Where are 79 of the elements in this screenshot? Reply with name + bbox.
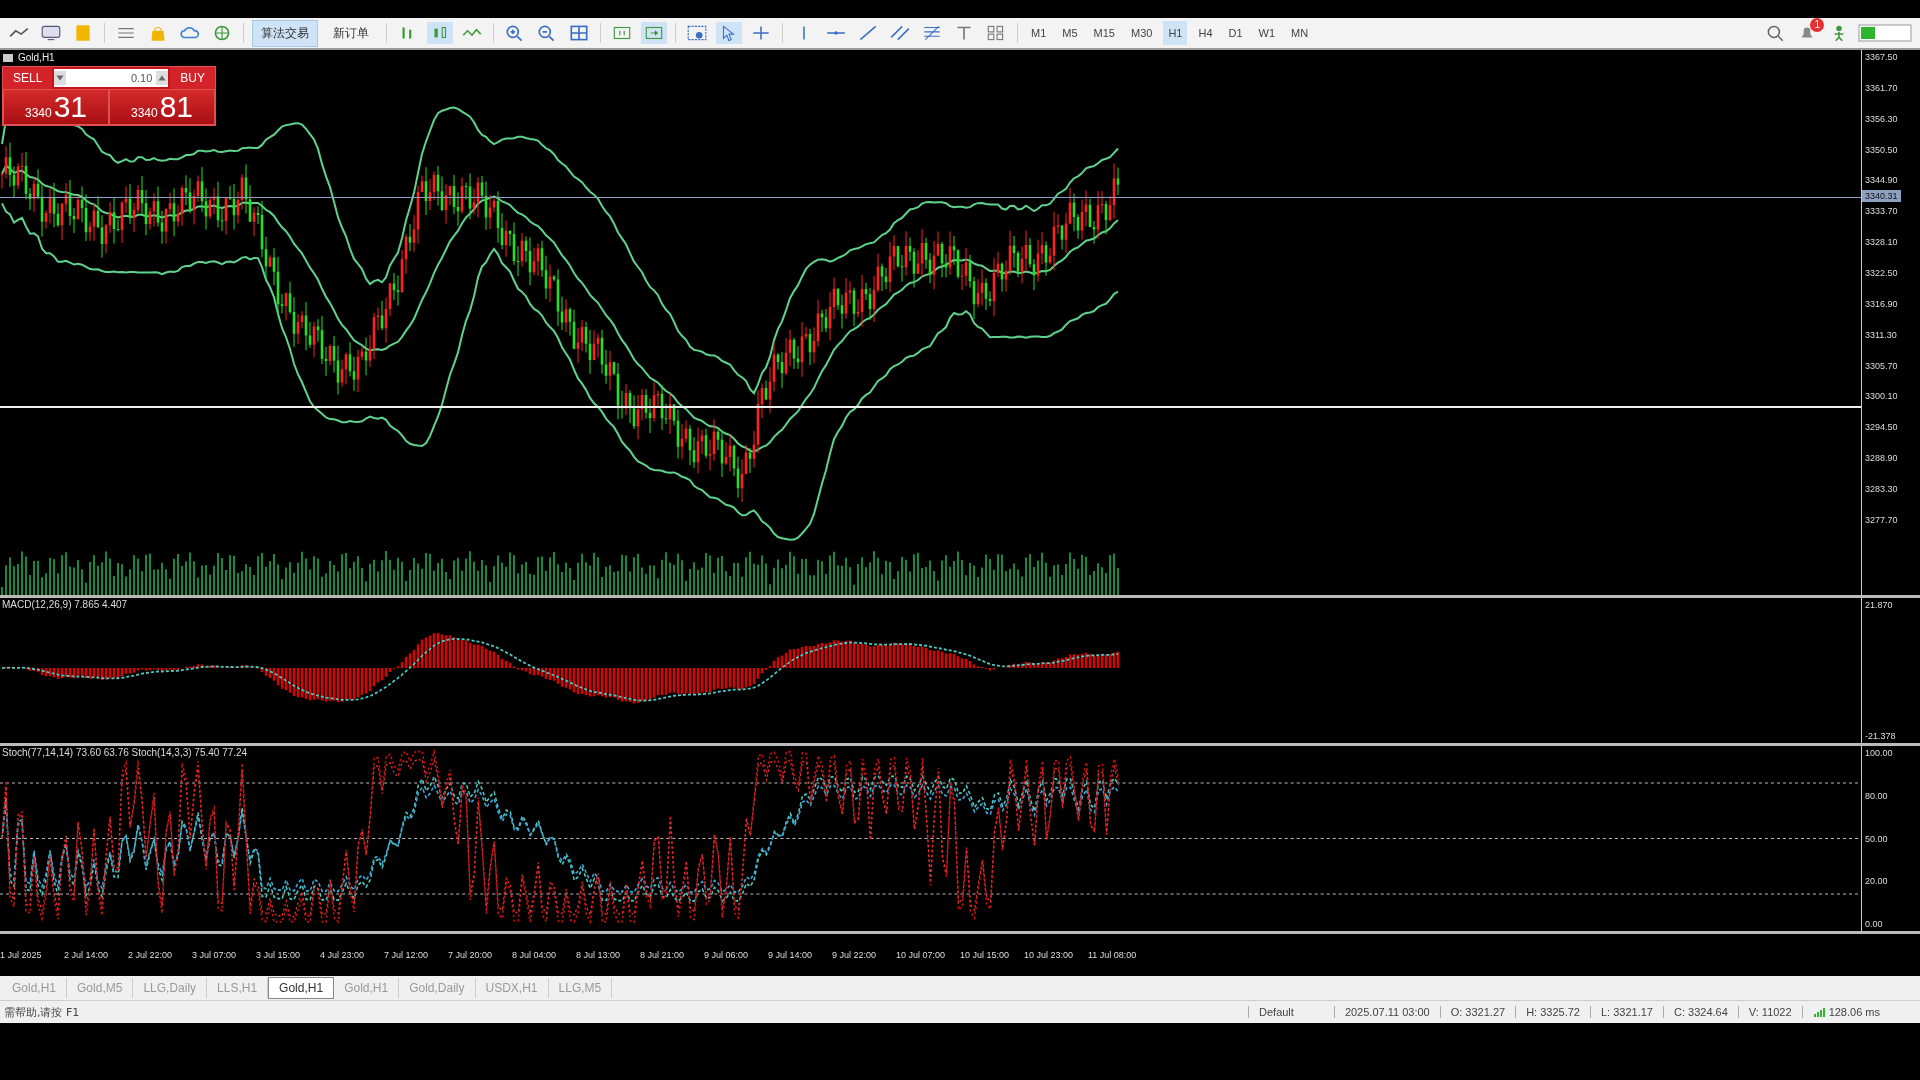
- high-price: H: 3325.72: [1515, 1006, 1590, 1018]
- price-axis-label: 3328.10: [1864, 237, 1899, 248]
- time-axis-label: 9 Jul 06:00: [704, 950, 750, 960]
- macd-axis-label: 21.870: [1864, 600, 1894, 610]
- price-axis-label: 3311.30: [1864, 329, 1898, 340]
- price-axis-label: 3294.50: [1864, 422, 1899, 433]
- timeframe-button[interactable]: M5: [1057, 21, 1083, 45]
- open-price: O: 3321.27: [1439, 1006, 1516, 1018]
- current-price-label: 3340.31: [1862, 189, 1901, 202]
- timeframe-button[interactable]: H4: [1193, 21, 1218, 45]
- battery-icon: [1858, 24, 1914, 42]
- time-axis-label: 8 Jul 04:00: [512, 950, 558, 960]
- time-axis-label: 9 Jul 22:00: [832, 950, 878, 960]
- time-axis-label: 10 Jul 07:00: [896, 950, 947, 960]
- price-axis-label: 3322.50: [1864, 268, 1899, 278]
- bar-time: 2025.07.11 03:00: [1333, 1006, 1440, 1018]
- time-axis-label: 10 Jul 15:00: [960, 950, 1011, 960]
- price-axis-label: 3356.30: [1864, 113, 1899, 124]
- indicator-label: MACD(12,26,9) 7.865 4.407: [2, 599, 128, 610]
- timeframe-button[interactable]: MN: [1286, 21, 1314, 45]
- price-axis-label: 3283.30: [1864, 484, 1899, 495]
- timeframe-button[interactable]: M30: [1125, 21, 1158, 45]
- stochastic-axis-label: 80.00: [1864, 790, 1889, 801]
- stochastic-axis-label: 0.00: [1864, 919, 1884, 929]
- profile-text: Default: [1248, 1006, 1334, 1018]
- price-axis-label: 3350.50: [1864, 144, 1899, 155]
- candlestick-icon[interactable]: [427, 22, 453, 44]
- price-axis-label: 3277.70: [1864, 514, 1899, 525]
- time-axis-label: 10 Jul 23:00: [1024, 950, 1075, 960]
- price-axis-label: 3288.90: [1864, 453, 1899, 464]
- buy-button[interactable]: BUY: [170, 67, 215, 89]
- timeframe-button[interactable]: M15: [1088, 21, 1120, 45]
- signal-bars-icon: [1812, 1007, 1825, 1017]
- ping-text: 128.06 ms: [1828, 1006, 1880, 1018]
- sell-button[interactable]: SELL: [3, 67, 53, 89]
- stochastic-axis-label: 20.00: [1864, 876, 1889, 887]
- timeframe-button[interactable]: M1: [1026, 21, 1052, 45]
- low-price: L: 3321.17: [1589, 1006, 1663, 1018]
- toolbar-button[interactable]: 新订单: [324, 19, 378, 47]
- price-axis-label: 3344.90: [1864, 175, 1899, 186]
- price-axis-label: 3300.10: [1864, 391, 1899, 402]
- timeframe-button[interactable]: D1: [1223, 21, 1248, 45]
- time-axis-label: 3 Jul 15:00: [256, 950, 302, 960]
- help-text: 需帮助,请按 F1: [3, 1004, 80, 1020]
- time-axis-label: 8 Jul 21:00: [640, 950, 686, 960]
- close-price: C: 3324.64: [1662, 1006, 1738, 1018]
- notification-badge: 1: [1810, 18, 1824, 32]
- time-axis-label: 7 Jul 12:00: [384, 950, 430, 960]
- time-axis-label: 9 Jul 14:00: [768, 950, 814, 960]
- price-axis-label: 3361.70: [1864, 82, 1899, 93]
- stochastic-axis-label: 100.00: [1864, 748, 1894, 758]
- chart-title: Gold,H1: [18, 52, 55, 63]
- time-axis-label: 2 Jul 22:00: [128, 950, 174, 960]
- price-axis-label: 3305.70: [1864, 360, 1899, 371]
- volume-field[interactable]: 0.10: [54, 69, 169, 87]
- time-axis-label: 1 Jul 2025: [0, 950, 43, 960]
- chart-tab[interactable]: Gold,H1: [268, 977, 335, 999]
- time-axis-label: 3 Jul 07:00: [192, 950, 238, 960]
- stochastic-axis-label: 50.00: [1864, 833, 1889, 844]
- timeframe-button[interactable]: H1: [1163, 21, 1188, 45]
- macd-axis-label: -21.378: [1864, 731, 1897, 741]
- toolbar-button[interactable]: 算法交易: [252, 19, 318, 47]
- time-axis-label: 4 Jul 23:00: [320, 950, 366, 960]
- indicator-label: Stoch(77,14,14) 73.60 63.76 Stoch(14,3,3) 75.40 77.24: [2, 747, 248, 758]
- time-axis-label: 7 Jul 20:00: [448, 950, 494, 960]
- sell-price[interactable]: 3340 31: [3, 89, 109, 125]
- horizontal-line[interactable]: [0, 406, 1861, 409]
- chart-icon: [2, 52, 14, 63]
- cursor-icon[interactable]: [716, 22, 742, 44]
- price-axis-label: 3316.90: [1864, 298, 1899, 309]
- time-axis-label: 2 Jul 14:00: [64, 950, 110, 960]
- timeframe-button[interactable]: W1: [1253, 21, 1281, 45]
- shift-icon[interactable]: [641, 22, 667, 44]
- buy-price[interactable]: 3340 81: [109, 89, 215, 125]
- volume-text: V: 11022: [1737, 1006, 1802, 1018]
- price-axis-label: 3333.70: [1864, 206, 1899, 217]
- time-axis-label: 8 Jul 13:00: [576, 950, 622, 960]
- price-axis-label: 3367.50: [1864, 52, 1899, 62]
- time-axis-label: 11 Jul 08:00: [1088, 950, 1138, 960]
